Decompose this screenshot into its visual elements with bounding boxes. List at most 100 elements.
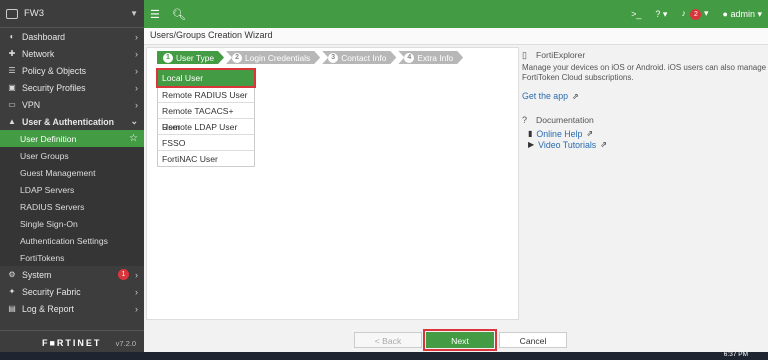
fortiexplorer-title: FortiExplorer [536, 50, 586, 60]
sidebar-item-system[interactable]: ⚙ System 1 › [0, 266, 144, 283]
sidebar-subitem-label: User Definition [20, 133, 77, 144]
help-circle-icon: ? [522, 115, 528, 125]
notification-count: 2 [690, 9, 702, 20]
sidebar-item-dashboard[interactable]: ◐ Dashboard › [0, 28, 144, 45]
sidebar-item-network[interactable]: ✚ Network › [0, 45, 144, 62]
tablet-icon: ▯ [522, 50, 527, 60]
user-menu[interactable]: ● admin ▾ [723, 9, 763, 20]
sidebar-subitem-authentication-settings[interactable]: Authentication Settings [0, 232, 144, 249]
get-app-link[interactable]: Get the app ⇗ [522, 91, 768, 101]
user-icon: ▲ [8, 117, 16, 126]
sidebar-subitem-ldap-servers[interactable]: LDAP Servers [0, 181, 144, 198]
sidebar-item-label: Network [22, 48, 55, 59]
gear-icon: ⚙ [8, 270, 16, 279]
device-icon [6, 8, 18, 19]
sidebar-item-vpn[interactable]: ▭ VPN › [0, 96, 144, 113]
sidebar-subitem-label: FortiTokens [20, 252, 65, 263]
device-selector[interactable]: FW3 ▼ [0, 0, 144, 28]
sidebar-subitem-fortitokens[interactable]: FortiTokens [0, 249, 144, 266]
step-login-credentials[interactable]: 2 Login Credentials [226, 51, 320, 64]
documentation-header: ? Documentation [522, 115, 768, 125]
vpn-icon: ▭ [8, 100, 16, 109]
chevron-right-icon: › [135, 99, 138, 110]
star-icon[interactable]: ☆ [129, 133, 138, 144]
notifications-button[interactable]: ♪ 2 ▾ [681, 8, 709, 20]
sidebar-item-user-authentication[interactable]: ▲ User & Authentication ⌄ [0, 113, 144, 130]
external-link-icon: ⇗ [571, 91, 579, 101]
info-panel: ▯ FortiExplorer Manage your devices on i… [522, 50, 768, 150]
sidebar-subitem-user-definition[interactable]: User Definition ☆ [0, 130, 144, 147]
version-label: v7.2.0 [115, 339, 136, 348]
sidebar-item-security-profiles[interactable]: ▣ Security Profiles › [0, 79, 144, 96]
sidebar-item-label: Log & Report [22, 303, 74, 314]
bell-icon: ♪ [681, 8, 686, 18]
back-button[interactable]: < Back [354, 332, 422, 348]
sidebar-item-label: System [22, 269, 52, 280]
fortiexplorer-header: ▯ FortiExplorer [522, 50, 768, 60]
sidebar-subitem-label: RADIUS Servers [20, 201, 85, 212]
help-icon[interactable]: ? ▾ [655, 9, 667, 20]
step-extra-info[interactable]: 4 Extra Info [398, 51, 463, 64]
report-icon: ▤ [8, 304, 16, 313]
step-number: 4 [404, 53, 414, 63]
sidebar: FW3 ▼ ◐ Dashboard › ✚ Network › ☰ Policy… [0, 0, 144, 352]
sidebar-item-policy-objects[interactable]: ☰ Policy & Objects › [0, 62, 144, 79]
network-icon: ✚ [8, 49, 16, 58]
chevron-down-icon: ▼ [130, 9, 138, 18]
step-label: Contact Info [341, 52, 387, 63]
video-icon: ▶ [528, 140, 535, 149]
sidebar-item-label: Dashboard [22, 31, 66, 42]
notification-badge: 1 [118, 269, 129, 280]
online-help-link[interactable]: ▮ Online Help ⇗ [528, 128, 768, 139]
sidebar-subitem-label: Guest Management [20, 167, 96, 178]
chevron-right-icon: › [135, 286, 138, 297]
chevron-right-icon: › [135, 269, 138, 280]
step-user-type[interactable]: 1 User Type [157, 51, 224, 64]
chevron-right-icon: › [135, 31, 138, 42]
external-link-icon: ⇗ [586, 129, 594, 138]
sidebar-item-log-report[interactable]: ▤ Log & Report › [0, 300, 144, 317]
search-icon[interactable]: 🔍︎ [172, 8, 186, 21]
user-type-list: Local User Remote RADIUS User Remote TAC… [156, 68, 256, 167]
sidebar-item-label: Security Fabric [22, 286, 81, 297]
fortinet-logo: F■RTINET [42, 338, 102, 348]
external-link-icon: ⇗ [600, 140, 607, 149]
sidebar-item-label: User & Authentication [22, 116, 115, 127]
device-name: FW3 [24, 8, 45, 19]
wizard-panel: 1 User Type 2 Login Credentials 3 Contac… [146, 47, 519, 320]
sidebar-item-security-fabric[interactable]: ✦ Security Fabric › [0, 283, 144, 300]
wizard-steps: 1 User Type 2 Login Credentials 3 Contac… [157, 51, 518, 64]
user-type-remote-ldap[interactable]: Remote LDAP User [158, 118, 254, 134]
sidebar-subitem-user-groups[interactable]: User Groups [0, 147, 144, 164]
book-icon: ▮ [528, 129, 533, 138]
avatar: ● [722, 8, 728, 19]
user-type-remote-radius[interactable]: Remote RADIUS User [158, 86, 254, 102]
taskbar-clock: 6:37 PM [723, 351, 748, 358]
step-label: User Type [176, 52, 215, 63]
breadcrumb: Users/Groups Creation Wizard [144, 28, 768, 45]
sidebar-subitem-single-sign-on[interactable]: Single Sign-On [0, 215, 144, 232]
top-bar-actions: >_ ? ▾ ♪ 2 ▾ ● admin ▾ [631, 8, 762, 20]
fabric-icon: ✦ [8, 287, 16, 296]
user-type-local[interactable]: Local User [156, 68, 256, 88]
sidebar-subitem-radius-servers[interactable]: RADIUS Servers [0, 198, 144, 215]
documentation-title: Documentation [536, 115, 594, 125]
dashboard-icon: ◐ [9, 32, 15, 41]
chevron-right-icon: › [135, 65, 138, 76]
next-button[interactable]: Next [423, 329, 497, 351]
policy-icon: ☰ [8, 66, 16, 75]
sidebar-subitem-label: LDAP Servers [20, 184, 75, 195]
cli-icon[interactable]: >_ [631, 9, 641, 19]
step-contact-info[interactable]: 3 Contact Info [322, 51, 396, 64]
user-type-fsso[interactable]: FSSO [158, 134, 254, 150]
step-number: 2 [232, 53, 242, 63]
sidebar-nav: ◐ Dashboard › ✚ Network › ☰ Policy & Obj… [0, 28, 144, 317]
sidebar-subitem-label: Authentication Settings [20, 235, 108, 246]
main-content: Users/Groups Creation Wizard 1 User Type… [144, 28, 768, 352]
cancel-button[interactable]: Cancel [499, 332, 567, 348]
menu-icon[interactable]: ☰ [150, 8, 160, 21]
user-type-remote-tacacs[interactable]: Remote TACACS+ User [158, 102, 254, 132]
sidebar-subitem-guest-management[interactable]: Guest Management [0, 164, 144, 181]
user-type-fortinac[interactable]: FortiNAC User [158, 150, 254, 166]
video-tutorials-link[interactable]: ▶ Video Tutorials ⇗ [528, 139, 768, 150]
